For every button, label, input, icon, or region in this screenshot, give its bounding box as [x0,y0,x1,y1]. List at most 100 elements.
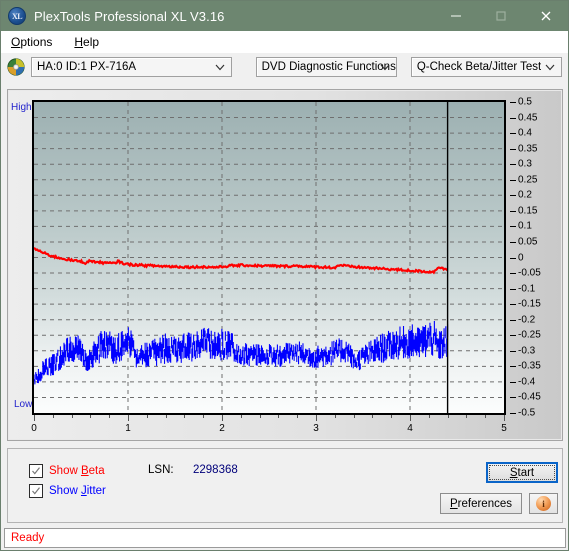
menu-item-options-label: ptions [20,34,53,49]
maximize-icon[interactable] [478,1,523,31]
y-tick-mark [510,397,516,399]
y-tick-label: -0.2 [518,314,536,326]
lsn-label: LSN: [148,464,174,476]
start-button-label: Start [489,465,555,480]
y-tick-label: -0.4 [518,376,536,388]
x-tick-mark [278,415,280,418]
y-tick-mark [510,350,516,352]
x-tick-mark [485,415,487,418]
close-icon[interactable] [523,1,568,31]
y-tick-mark [510,366,516,368]
chevron-down-icon [545,58,555,76]
test-select[interactable]: Q-Check Beta/Jitter Test [410,57,562,77]
y-tick-mark [510,273,516,275]
y-tick-label: -0.15 [518,298,541,310]
disc-icon [7,58,25,76]
y-tick-label: -0.3 [518,345,536,357]
toolbar: HA:0 ID:1 PX-716A DVD Diagnostic Functio… [1,53,568,81]
y-tick-label: -0.05 [518,267,541,279]
axis-high-label: High [11,102,32,113]
show-beta-checkbox[interactable]: Show Beta [29,464,105,478]
y-tick-mark [510,288,516,290]
plextools-window: XL PlexTools Professional XL V3.16 Optio… [0,0,569,551]
menu-item-help[interactable]: Help [71,35,109,49]
lsn-value: 2298368 [193,464,238,476]
y-tick-label: 0.35 [518,143,538,155]
x-tick-mark [222,415,223,421]
window-title: PlexTools Professional XL V3.16 [34,8,225,24]
y-tick-mark [510,319,516,321]
title-bar: XL PlexTools Professional XL V3.16 [1,1,568,31]
y-tick-mark [510,241,516,243]
info-icon: i [536,496,551,511]
chart-inner: High Low 0.5 0.45 0.4 0.35 0.3 0.25 0.2 0.15 0.1… [9,91,561,439]
show-beta-label: Show Beta [49,465,105,477]
minimize-icon[interactable] [433,1,478,31]
menu-bar: Options Help [1,31,568,53]
chart-panel: High Low 0.5 0.45 0.4 0.35 0.3 0.25 0.2 0.15 0.1… [7,89,563,441]
y-tick-label: 0.5 [518,96,532,108]
y-tick-mark [510,335,516,337]
show-jitter-label: Show Jitter [49,485,106,497]
x-tick-mark [428,415,430,418]
preferences-button[interactable]: Preferences [440,493,522,514]
x-tick-mark [34,415,35,421]
menu-item-options[interactable]: Options [8,35,62,49]
y-tick-label: 0.45 [518,112,538,124]
x-tick-mark [146,415,148,418]
x-tick-mark [90,415,92,418]
x-tick-mark [52,415,54,418]
drive-select[interactable]: HA:0 ID:1 PX-716A [31,57,232,77]
x-tick-mark [165,415,167,418]
x-tick-label: 3 [313,423,319,434]
y-tick-label: 0.25 [518,174,538,186]
y-tick-mark [510,179,516,181]
start-button[interactable]: Start [486,462,558,483]
y-tick-label: 0.15 [518,205,538,217]
preferences-button-label: Preferences [449,497,512,510]
y-tick-label: 0.4 [518,127,532,139]
y-tick-mark [510,381,516,383]
x-tick-label: 0 [31,423,37,434]
x-tick-label: 5 [501,423,507,434]
menu-item-help-label: elp [83,34,100,49]
x-tick-mark [109,415,111,418]
x-tick-label: 4 [407,423,413,434]
y-tick-mark [510,102,516,103]
y-tick-mark [510,304,516,306]
y-tick-label: 0 [518,252,524,263]
y-tick-label: -0.1 [518,283,536,295]
y-tick-label: -0.25 [518,329,541,341]
chevron-down-icon [380,58,390,76]
x-tick-mark [353,415,355,418]
x-tick-mark [259,415,261,418]
y-tick-mark [510,210,516,212]
x-tick-label: 2 [219,423,225,434]
y-tick-mark [510,413,516,414]
y-tick-mark [510,195,516,197]
y-axis: 0.5 0.45 0.4 0.35 0.3 0.25 0.2 0.15 0.1 0.05 0 -0.0… [510,91,560,431]
y-tick-mark [510,226,516,228]
app-icon: XL [8,7,26,25]
function-select[interactable]: DVD Diagnostic Functions [255,57,397,77]
y-tick-mark [510,117,516,119]
y-tick-mark [510,164,516,166]
y-tick-mark [510,133,516,135]
y-tick-label: -0.45 [518,391,541,403]
checkbox-icon [29,464,43,478]
test-select-label: Q-Check Beta/Jitter Test [416,61,542,73]
y-tick-label: 0.1 [518,220,532,232]
x-tick-mark [372,415,374,418]
show-jitter-checkbox[interactable]: Show Jitter [29,484,106,498]
x-tick-mark [316,415,317,421]
x-tick-mark [447,415,449,418]
x-tick-mark [410,415,411,421]
x-tick-mark [71,415,73,418]
y-tick-mark [510,257,516,259]
info-button[interactable]: i [529,493,558,514]
plot-area[interactable] [32,100,506,415]
y-tick-mark [510,148,516,150]
x-tick-mark [297,415,299,418]
drive-select-label: HA:0 ID:1 PX-716A [37,61,137,73]
plot-svg [34,102,504,413]
